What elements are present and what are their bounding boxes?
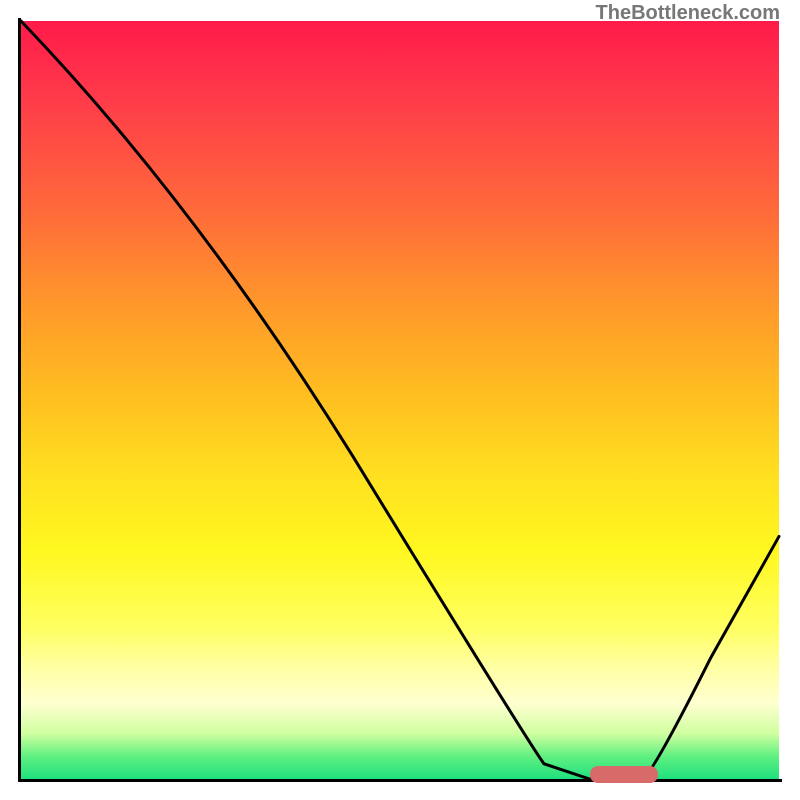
optimal-range-marker: [590, 766, 658, 783]
x-axis: [18, 779, 782, 782]
bottleneck-curve: [21, 21, 779, 779]
watermark-text: TheBottleneck.com: [596, 2, 780, 25]
chart-container: TheBottleneck.com: [0, 0, 800, 800]
